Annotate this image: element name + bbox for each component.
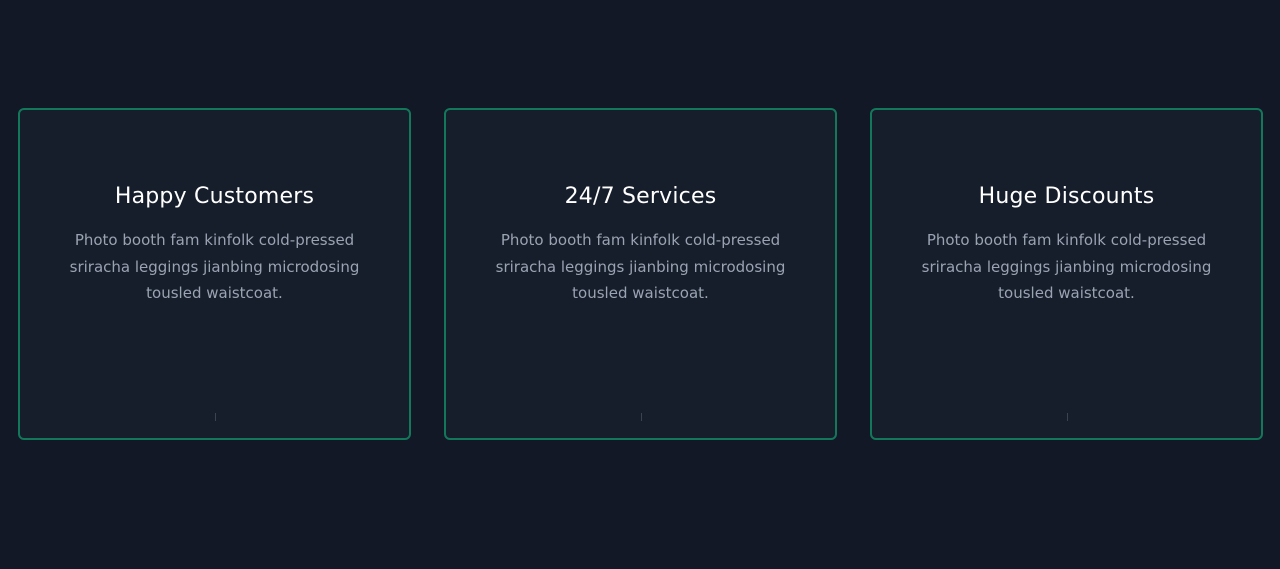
- card-description: Photo booth fam kinfolk cold-pressed sri…: [921, 231, 1212, 302]
- card-marker: [214, 413, 216, 421]
- card-title: Happy Customers: [114, 184, 315, 209]
- card-marker: [640, 413, 642, 421]
- feature-card-discounts: Huge Discounts Photo booth fam kinfolk c…: [870, 108, 1263, 440]
- card-marker: [1066, 413, 1068, 421]
- features-section: Happy Customers Photo booth fam kinfolk …: [0, 0, 1280, 569]
- card-title: 24/7 Services: [564, 184, 717, 209]
- card-description: Photo booth fam kinfolk cold-pressed sri…: [69, 231, 360, 302]
- feature-card-happy-customers: Happy Customers Photo booth fam kinfolk …: [18, 108, 411, 440]
- card-title: Huge Discounts: [978, 184, 1155, 209]
- card-description: Photo booth fam kinfolk cold-pressed sri…: [495, 231, 786, 302]
- feature-card-services: 24/7 Services Photo booth fam kinfolk co…: [444, 108, 837, 440]
- feature-cards: Happy Customers Photo booth fam kinfolk …: [18, 108, 1263, 440]
